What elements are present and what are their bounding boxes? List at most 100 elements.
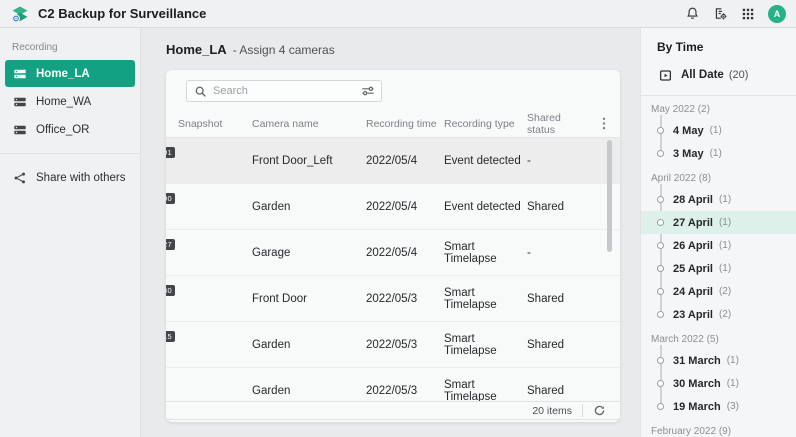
search-placeholder: Search — [213, 85, 355, 97]
camera-name-cell: Front Door — [252, 293, 366, 305]
day-filter-27-april[interactable]: 27 April (1) — [641, 211, 796, 234]
by-time-divider — [641, 95, 796, 96]
camera-name-cell: Garden — [252, 385, 366, 397]
day-filter-3-may[interactable]: 3 May (1) — [641, 142, 796, 165]
filter-tune-icon[interactable] — [361, 84, 375, 98]
sidebar-divider — [0, 153, 140, 154]
table-row[interactable]: 20:15 Garden 2022/05/3 Smart Timelapse S… — [166, 322, 620, 368]
day-filter-28-april[interactable]: 28 April (1) — [641, 188, 796, 211]
main-content: Home_LA - Assign 4 cameras Search — [141, 28, 640, 437]
sidebar-item-label: Office_OR — [36, 124, 89, 136]
recordings-card: Search Snapshot Camera name Recording ti… — [166, 70, 620, 422]
recording-time-cell: 2022/05/3 — [366, 293, 444, 305]
day-filter-23-april[interactable]: 23 April (2) — [641, 303, 796, 326]
recordings-table: 10:01 Front Door_Left 2022/05/4 Event de… — [166, 138, 620, 402]
shared-status-cell: Shared — [527, 293, 584, 305]
refresh-icon[interactable] — [593, 404, 606, 417]
table-scrollbar[interactable] — [607, 140, 612, 252]
recording-time-cell: 2022/05/3 — [366, 339, 444, 351]
timeline-dot-icon — [657, 288, 664, 295]
camera-name-cell: Garden — [252, 339, 366, 351]
shared-status-cell: Shared — [527, 201, 584, 213]
column-snapshot[interactable]: Snapshot — [178, 118, 252, 130]
recording-type-cell: Smart Timelapse — [444, 287, 527, 311]
sidebar-item-label: Share with others — [36, 172, 126, 184]
shared-status-cell: Shared — [527, 339, 584, 351]
table-footer: 20 items — [166, 402, 620, 420]
timeline-dot-icon — [657, 127, 664, 134]
recording-type-cell: Smart Timelapse — [444, 241, 527, 265]
camera-name-cell: Front Door_Left — [252, 155, 366, 167]
timeline-dot-icon — [657, 242, 664, 249]
sidebar-item-label: Home_LA — [36, 68, 90, 80]
all-date-label: All Date — [681, 69, 724, 81]
table-row[interactable]: 30:00 Garden 2022/05/4 Event detected Sh… — [166, 184, 620, 230]
timeline-dot-icon — [657, 380, 664, 387]
table-row[interactable]: 10:01 Front Door_Left 2022/05/4 Event de… — [166, 138, 620, 184]
day-filter-4-may[interactable]: 4 May (1) — [641, 119, 796, 142]
all-date-filter[interactable]: All Date (20) — [641, 62, 796, 88]
recording-type-cell: Smart Timelapse — [444, 379, 527, 402]
column-shared-status[interactable]: Shared status — [527, 112, 584, 136]
app-grid-icon[interactable] — [740, 6, 756, 22]
timeline-dot-icon — [657, 403, 664, 410]
sidebar-section-label: Recording — [0, 36, 140, 59]
share-icon — [13, 171, 27, 185]
recording-time-cell: 2022/05/4 — [366, 155, 444, 167]
page-subtitle: - Assign 4 cameras — [233, 43, 335, 57]
by-time-panel: By Time All Date (20) May 2022 (2) 4 May… — [640, 28, 796, 437]
timeline-dot-icon — [657, 150, 664, 157]
table-header: Snapshot Camera name Recording time Reco… — [166, 110, 620, 138]
table-row[interactable]: 09:27 Garage 2022/05/4 Smart Timelapse - — [166, 230, 620, 276]
page-header: Home_LA - Assign 4 cameras — [141, 28, 640, 57]
timeline-dot-icon — [657, 265, 664, 272]
table-row[interactable]: Garden 2022/05/3 Smart Timelapse Shared — [166, 368, 620, 402]
camera-name-cell: Garden — [252, 201, 366, 213]
timeline-dot-icon — [657, 357, 664, 364]
search-input[interactable]: Search — [186, 80, 382, 102]
nas-server-icon — [13, 67, 27, 81]
column-recording-type[interactable]: Recording type — [444, 118, 527, 130]
day-filter-31-march[interactable]: 31 March (1) — [641, 349, 796, 372]
shared-status-cell: - — [527, 155, 584, 167]
month-label: April 2022 (8) — [641, 168, 796, 188]
app-title: C2 Backup for Surveillance — [38, 6, 206, 21]
shared-status-cell: Shared — [527, 385, 584, 397]
table-row[interactable]: 21:30 Front Door 2022/05/3 Smart Timelap… — [166, 276, 620, 322]
shared-status-cell: - — [527, 247, 584, 259]
sidebar-item-office-or[interactable]: Office_OR — [5, 116, 135, 143]
recording-type-cell: Smart Timelapse — [444, 333, 527, 357]
nas-server-icon — [13, 123, 27, 137]
all-date-icon — [659, 69, 672, 82]
user-avatar[interactable]: A — [768, 5, 786, 23]
nas-server-icon — [13, 95, 27, 109]
timeline-dot-icon — [657, 219, 664, 226]
by-time-title: By Time — [641, 40, 796, 54]
bell-icon[interactable] — [684, 6, 700, 22]
month-label: March 2022 (5) — [641, 329, 796, 349]
more-options-icon[interactable] — [602, 117, 606, 130]
recording-time-cell: 2022/05/4 — [366, 201, 444, 213]
page-title: Home_LA — [166, 42, 227, 57]
device-settings-icon[interactable] — [712, 6, 728, 22]
day-filter-19-march[interactable]: 19 March (3) — [641, 395, 796, 418]
search-icon — [194, 85, 207, 98]
footer-divider — [582, 404, 583, 417]
column-recording-time[interactable]: Recording time — [366, 118, 444, 130]
timeline-dot-icon — [657, 311, 664, 318]
items-count: 20 items — [532, 405, 572, 417]
day-filter-25-april[interactable]: 25 April (1) — [641, 257, 796, 280]
top-bar: C2 Backup for Surveillance — [0, 0, 796, 28]
day-filter-26-april[interactable]: 26 April (1) — [641, 234, 796, 257]
column-camera-name[interactable]: Camera name — [252, 118, 366, 130]
day-filter-24-april[interactable]: 24 April (2) — [641, 280, 796, 303]
sidebar-item-home-wa[interactable]: Home_WA — [5, 88, 135, 115]
recording-time-cell: 2022/05/4 — [366, 247, 444, 259]
c2-logo-icon — [10, 4, 30, 24]
timeline-dot-icon — [657, 196, 664, 203]
recording-type-cell: Event detected — [444, 201, 527, 213]
sidebar-item-share-with-others[interactable]: Share with others — [5, 164, 135, 191]
sidebar-item-home-la[interactable]: Home_LA — [5, 60, 135, 87]
day-filter-30-march[interactable]: 30 March (1) — [641, 372, 796, 395]
recording-type-cell: Event detected — [444, 155, 527, 167]
